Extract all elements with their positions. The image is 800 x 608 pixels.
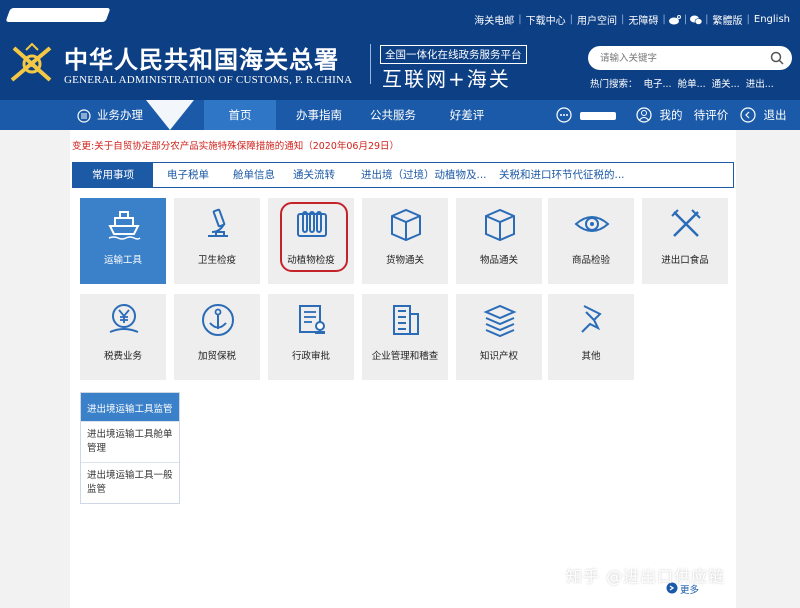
page: 海关电邮 | 下载中心 | 用户空间 | 无障碍 | | | 繁體版 | English … [0,0,800,608]
tile-label: 企业管理和稽查 [371,351,439,362]
logout-icon[interactable] [740,107,756,123]
pin-icon [581,305,602,333]
tab-common[interactable]: 常用事项 [73,163,153,187]
customs-emblem-icon [10,42,52,82]
fork-knife-icon [671,209,701,237]
hot-search-item[interactable]: 进出... [746,79,774,90]
box-icon [391,208,421,242]
watermark: 知乎 @进出口供应链 [566,567,726,586]
tile-label: 货物通关 [385,255,424,266]
user-icon[interactable] [636,107,652,123]
platform-big-label: 互联网+海关 [382,67,511,91]
search-box [588,46,792,70]
tile-import-export-food[interactable]: 进出口食品 [642,198,728,284]
weibo-icon[interactable] [668,14,681,25]
submenu-item[interactable]: 进出境运输工具一般监管 [81,462,179,503]
tile-health-quarantine[interactable]: 卫生检疫 [174,198,260,284]
nav-pointer [146,100,194,130]
tile-label: 卫生检疫 [197,255,236,266]
header-divider [370,44,371,84]
hot-search: 热门搜索： 电子... 舱单... 通关... 进出... [590,76,780,90]
tile-label: 知识产权 [479,351,518,362]
site-title-cn: 中华人民共和国海关总署 [64,45,339,74]
tile-label: 物品通关 [479,255,518,266]
tile-label: 税费业务 [103,351,142,362]
platform-small-label: 全国一体化在线政务服务平台 [380,45,527,64]
message-icon[interactable] [556,107,572,123]
main-nav: 业务办理 首页 办事指南 公共服务 好差评 我的 待评价(0) 退出 [0,100,800,152]
nav-guide[interactable]: 办事指南 [284,100,354,130]
submenu-title[interactable]: 进出境运输工具监管 [81,393,179,421]
tile-intellectual-property[interactable]: 知识产权 [456,294,542,380]
building-icon [393,305,419,335]
tile-enterprise-management[interactable]: 企业管理和稽查 [362,294,448,380]
hot-search-label: 热门搜索： [590,79,638,90]
tile-bonded-processing[interactable]: 加贸保税 [174,294,260,380]
tile-transport[interactable]: 运输工具 [80,198,166,284]
nav-business[interactable]: 业务办理 [70,100,150,130]
menu-icon [77,108,91,123]
nav-rating[interactable]: 好差评 [432,100,502,130]
tab-bar: 常用事项 电子税单 舱单信息 通关流转 进出境（过境）动植物及... 关税和进口… [72,162,734,188]
tile-commodity-inspection[interactable]: 商品检验 [548,198,634,284]
tile-articles-clearance[interactable]: 物品通关 [456,198,542,284]
ship-icon [108,211,141,240]
tile-label: 进出口食品 [661,255,709,266]
tile-label: 加贸保税 [197,351,236,362]
site-header: 海关电邮 | 下载中心 | 用户空间 | 无障碍 | | | 繁體版 | English … [0,0,800,100]
top-links: 海关电邮 | 下载中心 | 用户空间 | 无障碍 | | | 繁體版 | English [470,12,794,27]
link-download-center[interactable]: 下载中心 [522,12,570,27]
link-customs-email[interactable]: 海关电邮 [470,12,518,27]
hot-search-item[interactable]: 电子... [644,79,672,90]
hot-search-item[interactable]: 舱单... [678,79,706,90]
tile-label: 行政审批 [291,351,330,362]
microscope-icon [208,208,228,237]
anchor-icon [202,304,234,336]
submenu-item[interactable]: 进出境运输工具舱单管理 [81,421,179,462]
tab-clearance-flow[interactable]: 通关流转 [293,163,357,187]
transport-submenu: 进出境运输工具监管 进出境运输工具舱单管理 进出境运输工具一般监管 [80,392,180,504]
nav-my[interactable]: 我的 [656,100,686,130]
redaction-mark [5,8,111,22]
search-input[interactable] [600,50,760,66]
tile-label: 商品检验 [571,255,610,266]
search-icon[interactable] [770,51,784,65]
tile-label: 其他 [581,351,601,362]
site-title-en: GENERAL ADMINISTRATION OF CUSTOMS, P. R.… [64,74,353,86]
tile-label: 运输工具 [103,255,142,266]
nav-home[interactable]: 首页 [204,100,276,130]
document-stamp-icon [299,305,325,334]
nav-pending-review[interactable]: 待评价(0) [686,100,736,152]
tile-administrative-approval[interactable]: 行政审批 [268,294,354,380]
link-accessibility[interactable]: 无障碍 [624,12,662,27]
notice-link[interactable]: 变更:关于自贸协定部分农产品实施特殊保障措施的通知（2020年06月29日） [72,138,399,152]
nav-label: 业务办理 [97,108,143,122]
tile-tax-fee[interactable]: 税费业务 [80,294,166,380]
eye-icon [574,216,610,232]
redaction-mark [580,112,616,120]
wechat-icon[interactable] [690,15,703,25]
yuan-coin-icon [109,304,139,333]
nav-public-service[interactable]: 公共服务 [358,100,428,130]
nav-logout[interactable]: 退出 [760,100,790,130]
tile-goods-clearance[interactable]: 货物通关 [362,198,448,284]
tab-manifest[interactable]: 舱单信息 [233,163,293,187]
link-english[interactable]: English [750,14,794,25]
stack-layers-icon [483,304,517,338]
highlight-circle [280,202,348,272]
link-user-space[interactable]: 用户空间 [573,12,621,27]
hot-search-item[interactable]: 通关... [712,79,740,90]
tab-tariffs[interactable]: 关税和进口环节代征税的... [499,163,659,187]
tile-other[interactable]: 其他 [548,294,634,380]
cube-icon [485,208,515,242]
tab-plants-animals[interactable]: 进出境（过境）动植物及... [361,163,497,187]
link-traditional-chinese[interactable]: 繁體版 [709,12,747,27]
tab-e-tax[interactable]: 电子税单 [167,163,227,187]
